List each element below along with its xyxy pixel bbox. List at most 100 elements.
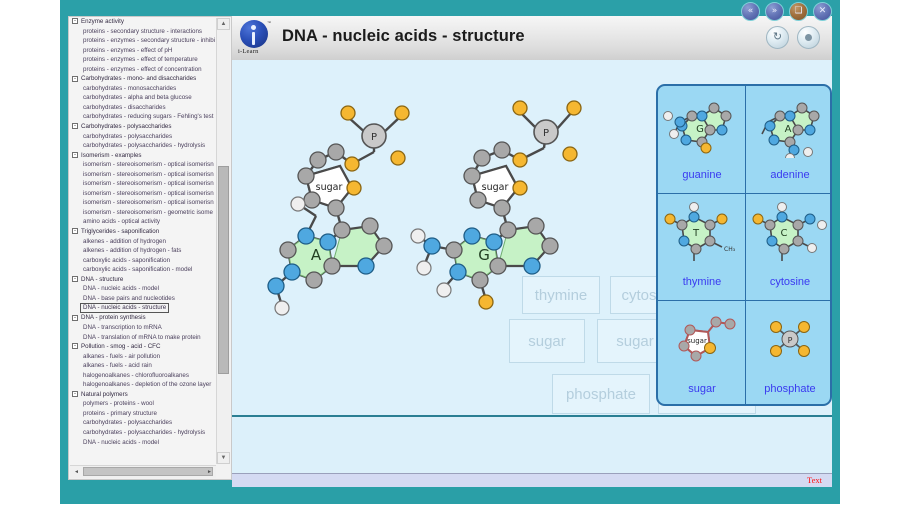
svg-text:sugar: sugar xyxy=(316,182,343,193)
tree-item[interactable]: carbohydrates - alpha and beta glucose xyxy=(69,93,217,103)
palette-item-label: guanine xyxy=(682,169,722,181)
forward-button[interactable]: » xyxy=(765,2,784,21)
screenshot-root: « » ❏ ✕ - Enzyme activity proteins - secon… xyxy=(0,0,900,520)
tree-item-selected[interactable]: DNA - nucleic acids - structure xyxy=(80,303,170,314)
header-buttons: ↻ xyxy=(766,26,820,49)
scroll-right-arrow[interactable]: ► xyxy=(204,467,215,476)
tree-item[interactable]: polymers - proteins - wool xyxy=(69,399,217,409)
drop-target-label[interactable]: sugar xyxy=(509,319,585,363)
back-button[interactable]: « xyxy=(741,2,760,21)
drop-target-label[interactable]: thymine xyxy=(522,276,600,314)
guanine-molecule-icon: G xyxy=(658,92,746,158)
reset-button[interactable]: ↻ xyxy=(766,26,789,49)
tree-item[interactable]: DNA - nucleic acids - structure xyxy=(69,303,217,314)
tree-item[interactable]: carbohydrates - polysaccharides xyxy=(69,418,217,428)
tree-item[interactable]: isomerism - stereoisomerism - optical is… xyxy=(69,160,217,170)
tree-group-7[interactable]: - Pollution - smog - acid - CFC xyxy=(69,342,217,352)
tree-item[interactable]: alkanes - fuels - air pollution xyxy=(69,352,217,362)
tree-item[interactable]: isomerism - stereoisomerism - optical is… xyxy=(69,170,217,180)
window-caption-buttons: « » ❏ ✕ xyxy=(741,2,832,21)
palette-item-sugar[interactable]: sugar sugar xyxy=(658,300,746,404)
drop-target-label[interactable]: phosphate xyxy=(552,374,650,414)
topic-tree-list[interactable]: - Enzyme activity proteins - secondary str… xyxy=(69,17,217,465)
tree-item[interactable]: DNA - transcription to mRNA xyxy=(69,323,217,333)
tree-group-8[interactable]: - Natural polymers xyxy=(69,390,217,400)
tree-item[interactable]: alkenes - addition of hydrogen xyxy=(69,237,217,247)
tree-collapse-icon[interactable]: - xyxy=(72,75,78,82)
tree-item[interactable]: carboxylic acids - saponification xyxy=(69,256,217,266)
palette-item-label: phosphate xyxy=(764,383,816,395)
tree-group-0[interactable]: - Enzyme activity xyxy=(69,17,217,27)
palette-item-adenine[interactable]: A adenine xyxy=(746,86,830,193)
palette-item-thymine[interactable]: CH₃ T thymine xyxy=(658,193,746,300)
tree-item[interactable]: isomerism - stereoisomerism - optical is… xyxy=(69,179,217,189)
palette-item-guanine[interactable]: G guanine xyxy=(658,86,746,193)
svg-text:P: P xyxy=(543,128,549,139)
tree-item[interactable]: proteins - enzymes - effect of concentra… xyxy=(69,65,217,75)
tree-item[interactable]: carbohydrates - disaccharides xyxy=(69,103,217,113)
tree-group-label: Carbohydrates - mono- and disaccharides xyxy=(81,75,197,83)
tree-group-label: Isomerism - examples xyxy=(81,151,142,159)
scroll-left-arrow[interactable]: ◄ xyxy=(71,467,82,476)
tree-collapse-icon[interactable]: - xyxy=(72,276,78,283)
tree-group-1[interactable]: - Carbohydrates - mono- and disaccharides xyxy=(69,74,217,84)
close-button[interactable]: ✕ xyxy=(813,2,832,21)
vertical-scroll-thumb[interactable] xyxy=(218,166,229,374)
molecule-palette[interactable]: G guanine A adenine CH₃ T thymine C cyto… xyxy=(656,84,832,406)
tree-vertical-scrollbar[interactable]: ▲ ▼ xyxy=(216,18,230,464)
tree-horizontal-scrollbar[interactable]: ◄ ► xyxy=(70,465,216,478)
svg-text:P: P xyxy=(371,132,377,143)
palette-item-cytosine[interactable]: C cytosine xyxy=(746,193,830,300)
tree-item[interactable]: DNA - base pairs and nucleotides xyxy=(69,294,217,304)
tree-item[interactable]: DNA - translation of mRNA to make protei… xyxy=(69,333,217,343)
tree-item[interactable]: DNA - nucleic acids - model xyxy=(69,284,217,294)
tree-group-6[interactable]: - DNA - protein synthesis xyxy=(69,313,217,323)
palette-item-phosphate[interactable]: P phosphate xyxy=(746,300,830,404)
tree-item[interactable]: alkenes - addition of hydrogen - fats xyxy=(69,246,217,256)
tree-item[interactable]: proteins - enzymes - effect of pH xyxy=(69,46,217,56)
tree-item[interactable]: proteins - enzymes - secondary structure… xyxy=(69,36,217,46)
tree-group-label: Natural polymers xyxy=(81,390,128,398)
tree-item[interactable]: amino acids - optical activity xyxy=(69,217,217,227)
tree-item[interactable]: isomerism - stereoisomerism - geometric … xyxy=(69,208,217,218)
activity-canvas[interactable]: P P A G sugar sugar thymine cytosine sug… xyxy=(232,60,832,417)
tree-item[interactable]: carboxylic acids - saponification - mode… xyxy=(69,265,217,275)
tree-item[interactable]: carbohydrates - polysaccharides - hydrol… xyxy=(69,141,217,151)
svg-text:G: G xyxy=(696,124,704,135)
reset-icon: ↻ xyxy=(772,31,783,43)
phosphate-molecule-icon: P xyxy=(746,306,830,372)
tree-group-3[interactable]: - Isomerism - examples xyxy=(69,151,217,161)
scroll-up-arrow[interactable]: ▲ xyxy=(217,18,230,30)
tree-item[interactable]: carbohydrates - polysaccharides xyxy=(69,132,217,142)
tree-item[interactable]: carbohydrates - reducing sugars - Fehlin… xyxy=(69,112,217,122)
tree-collapse-icon[interactable]: - xyxy=(72,18,78,25)
record-button[interactable] xyxy=(797,26,820,49)
tree-collapse-icon[interactable]: - xyxy=(72,343,78,350)
svg-text:A: A xyxy=(311,246,322,264)
tree-group-2[interactable]: - Carbohydrates - polysaccharides xyxy=(69,122,217,132)
tree-item[interactable]: proteins - primary structure xyxy=(69,409,217,419)
scroll-down-arrow[interactable]: ▼ xyxy=(217,452,230,464)
horizontal-scroll-thumb[interactable] xyxy=(83,467,213,476)
tree-item[interactable]: alkanes - fuels - acid rain xyxy=(69,361,217,371)
tree-item[interactable]: proteins - secondary structure - interac… xyxy=(69,27,217,37)
tree-item[interactable]: isomerism - stereoisomerism - optical is… xyxy=(69,198,217,208)
tree-item[interactable]: DNA - nucleic acids - model xyxy=(69,438,217,448)
tree-item[interactable]: halogenoalkanes - depletion of the ozone… xyxy=(69,380,217,390)
record-icon xyxy=(805,34,812,41)
tree-collapse-icon[interactable]: - xyxy=(72,152,78,159)
palette-item-label: sugar xyxy=(688,383,716,395)
tree-group-5[interactable]: - DNA - structure xyxy=(69,275,217,285)
tree-item[interactable]: halogenoalkanes - chlorofluoroalkanes xyxy=(69,371,217,381)
tree-item[interactable]: carbohydrates - polysaccharides - hydrol… xyxy=(69,428,217,438)
tree-item[interactable]: isomerism - stereoisomerism - optical is… xyxy=(69,189,217,199)
tree-item[interactable]: carbohydrates - monosaccharides xyxy=(69,84,217,94)
tree-item[interactable]: proteins - enzymes - effect of temperatu… xyxy=(69,55,217,65)
tree-collapse-icon[interactable]: - xyxy=(72,123,78,130)
restore-button[interactable]: ❏ xyxy=(789,2,808,21)
tree-group-4[interactable]: - Triglycerides - saponification xyxy=(69,227,217,237)
tree-collapse-icon[interactable]: - xyxy=(72,228,78,235)
tree-group-label: DNA - protein synthesis xyxy=(81,314,146,322)
tree-collapse-icon[interactable]: - xyxy=(72,391,78,398)
tree-collapse-icon[interactable]: - xyxy=(72,314,78,321)
